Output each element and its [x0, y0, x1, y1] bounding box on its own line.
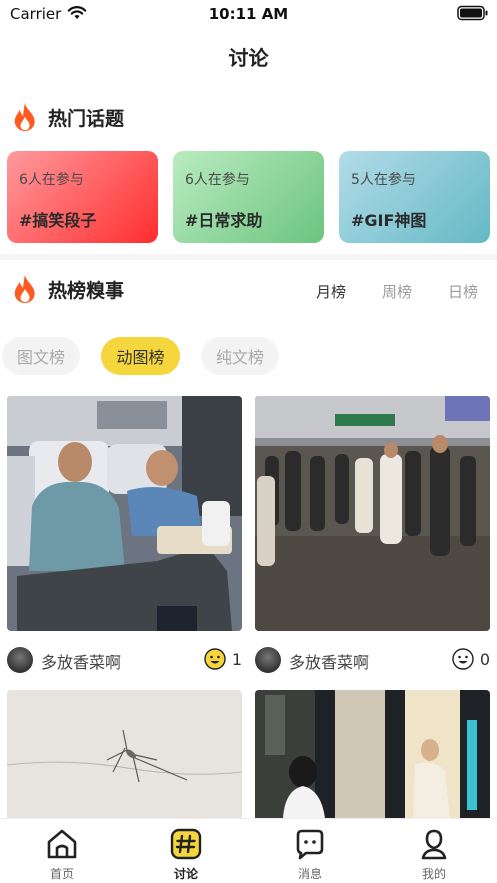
topic-name: #日常求助 [185, 211, 263, 230]
topic-participant-count: 5人在参与 [351, 172, 416, 188]
message-icon [296, 829, 324, 860]
tab-label: 首页 [49, 867, 74, 881]
topic-name: #GIF神图 [351, 211, 427, 230]
smile-icon[interactable] [204, 648, 226, 670]
clock-time: 10:11 AM [208, 5, 289, 23]
filter-text-only[interactable]: 纯文榜 [201, 337, 279, 375]
status-bar: Carrier 10:11 AM [0, 0, 497, 30]
tab-monthly[interactable]: 月榜 [316, 281, 346, 302]
fire-icon [14, 275, 35, 303]
hashtag-icon [170, 828, 202, 860]
topic-card-gif[interactable]: 5人在参与 #GIF神图 [339, 151, 490, 243]
tab-label: 我的 [421, 867, 446, 881]
topic-card-funny[interactable]: 6人在参与 #搞笑段子 [7, 151, 158, 243]
section-divider [0, 254, 497, 260]
ranking-title: 热榜糗事 [48, 279, 125, 302]
post-author[interactable]: 多放香菜啊 [289, 649, 369, 673]
tab-label: 讨论 [173, 867, 198, 881]
profile-icon [421, 829, 447, 860]
home-icon [47, 829, 77, 859]
page-title: 讨论 [228, 46, 269, 70]
post-author[interactable]: 多放香菜啊 [41, 649, 121, 673]
tab-bar: 首页 讨论 消息 我的 [0, 818, 497, 883]
avatar[interactable] [7, 647, 33, 673]
tab-label: 消息 [297, 867, 322, 881]
tab-discussion[interactable]: 讨论 [124, 819, 248, 883]
smile-icon[interactable] [452, 648, 474, 670]
filter-gif[interactable]: 动图榜 [101, 337, 180, 375]
topic-participant-count: 6人在参与 [19, 172, 84, 188]
tab-home[interactable]: 首页 [0, 819, 124, 883]
ranking-header: 热榜糗事 [12, 272, 124, 306]
topic-name: #搞笑段子 [19, 211, 97, 230]
post-meta: 多放香菜啊 1 [7, 645, 242, 673]
fire-icon [14, 103, 35, 131]
mosquito-on-wall-photo[interactable] [7, 690, 242, 818]
like-count: 1 [231, 650, 242, 669]
hot-topics-header: 热门话题 [12, 100, 124, 134]
tab-daily[interactable]: 日榜 [448, 281, 478, 302]
like-count: 0 [479, 650, 490, 669]
filter-image-text[interactable]: 图文榜 [2, 337, 80, 375]
topic-card-daily-help[interactable]: 6人在参与 #日常求助 [173, 151, 324, 243]
train-passengers-sleeping-photo[interactable] [7, 396, 242, 631]
woman-pillar-pose-photo[interactable] [255, 690, 490, 818]
battery-icon [457, 5, 488, 21]
tab-messages[interactable]: 消息 [248, 819, 372, 883]
tab-weekly[interactable]: 周榜 [382, 281, 412, 302]
post-meta: 多放香菜啊 0 [255, 645, 490, 673]
tab-profile[interactable]: 我的 [372, 819, 496, 883]
station-crowd-photo[interactable] [255, 396, 490, 631]
topic-participant-count: 6人在参与 [185, 172, 250, 188]
avatar[interactable] [255, 647, 281, 673]
hot-topics-title: 热门话题 [48, 107, 125, 130]
